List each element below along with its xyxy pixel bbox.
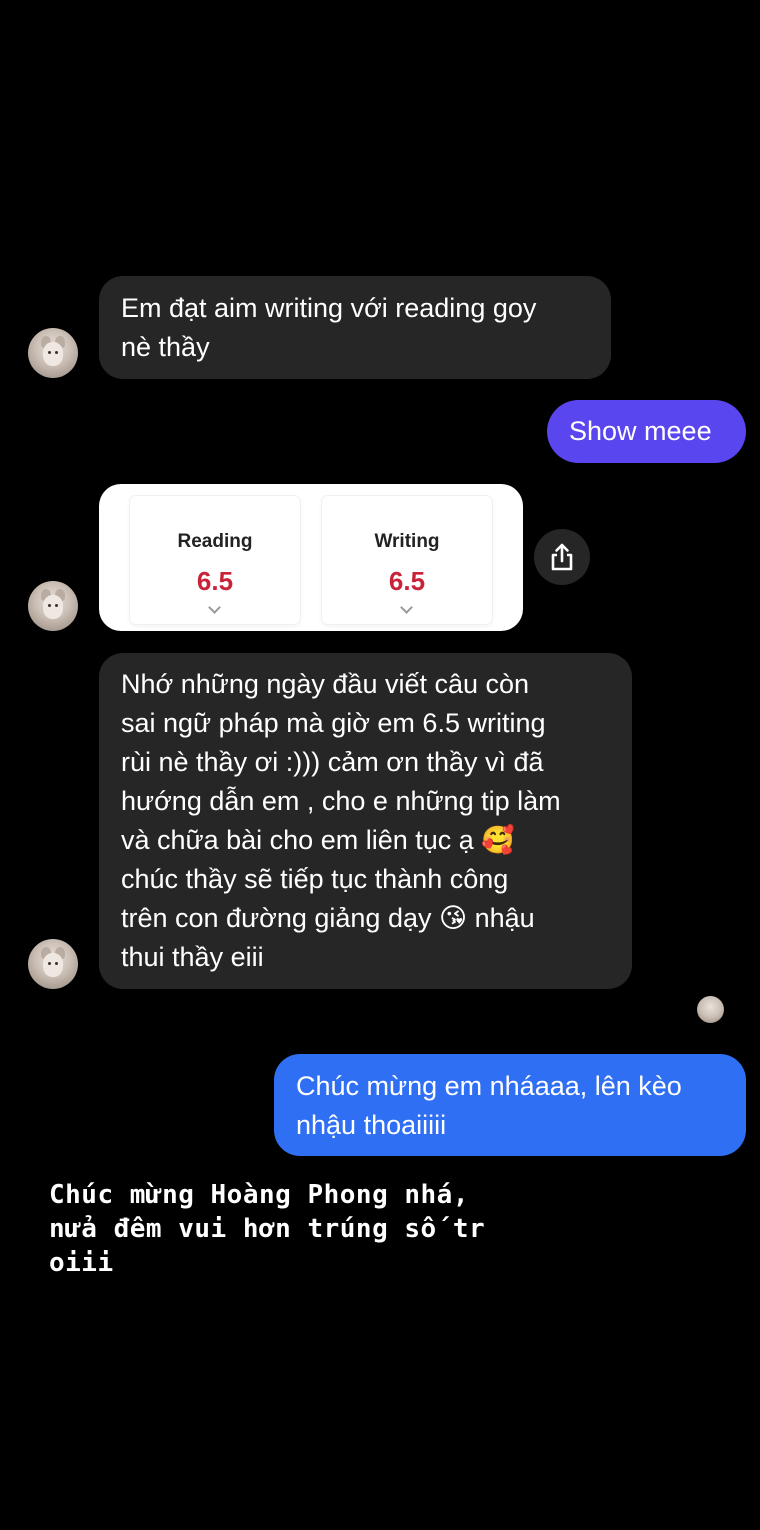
message-text: Show meee xyxy=(569,416,712,446)
reading-score-box: Reading 6.5 xyxy=(130,496,300,624)
score-card-image[interactable]: Reading 6.5 Writing 6.5 xyxy=(99,484,523,631)
sender-avatar[interactable] xyxy=(28,328,78,378)
chevron-down-icon xyxy=(208,601,221,614)
read-receipt-avatar xyxy=(697,996,724,1023)
message-text: Nhớ những ngày đầu viết câu còn sai ngữ … xyxy=(121,669,561,972)
sender-avatar[interactable] xyxy=(28,939,78,989)
message-bubble-incoming[interactable]: Nhớ những ngày đầu viết câu còn sai ngữ … xyxy=(99,653,632,989)
message-bubble-outgoing[interactable]: Show meee xyxy=(547,400,746,463)
reading-score: 6.5 xyxy=(196,566,234,596)
message-bubble-incoming[interactable]: Em đạt aim writing với reading goy nè th… xyxy=(99,276,611,379)
writing-score-box: Writing 6.5 xyxy=(322,496,492,624)
share-button[interactable] xyxy=(534,529,590,585)
chevron-down-icon xyxy=(400,601,413,614)
story-caption: Chúc mừng Hoàng Phong nhá, nửa đêm vui h… xyxy=(49,1180,486,1278)
writing-label: Writing xyxy=(374,531,440,552)
message-text: Chúc mừng em nháaaa, lên kèo nhậu thoaii… xyxy=(296,1071,682,1140)
share-icon xyxy=(551,543,573,571)
reading-label: Reading xyxy=(177,531,253,552)
writing-score: 6.5 xyxy=(388,566,426,596)
message-text: Em đạt aim writing với reading goy nè th… xyxy=(121,293,537,362)
sender-avatar[interactable] xyxy=(28,581,78,631)
message-bubble-outgoing[interactable]: Chúc mừng em nháaaa, lên kèo nhậu thoaii… xyxy=(274,1054,746,1156)
